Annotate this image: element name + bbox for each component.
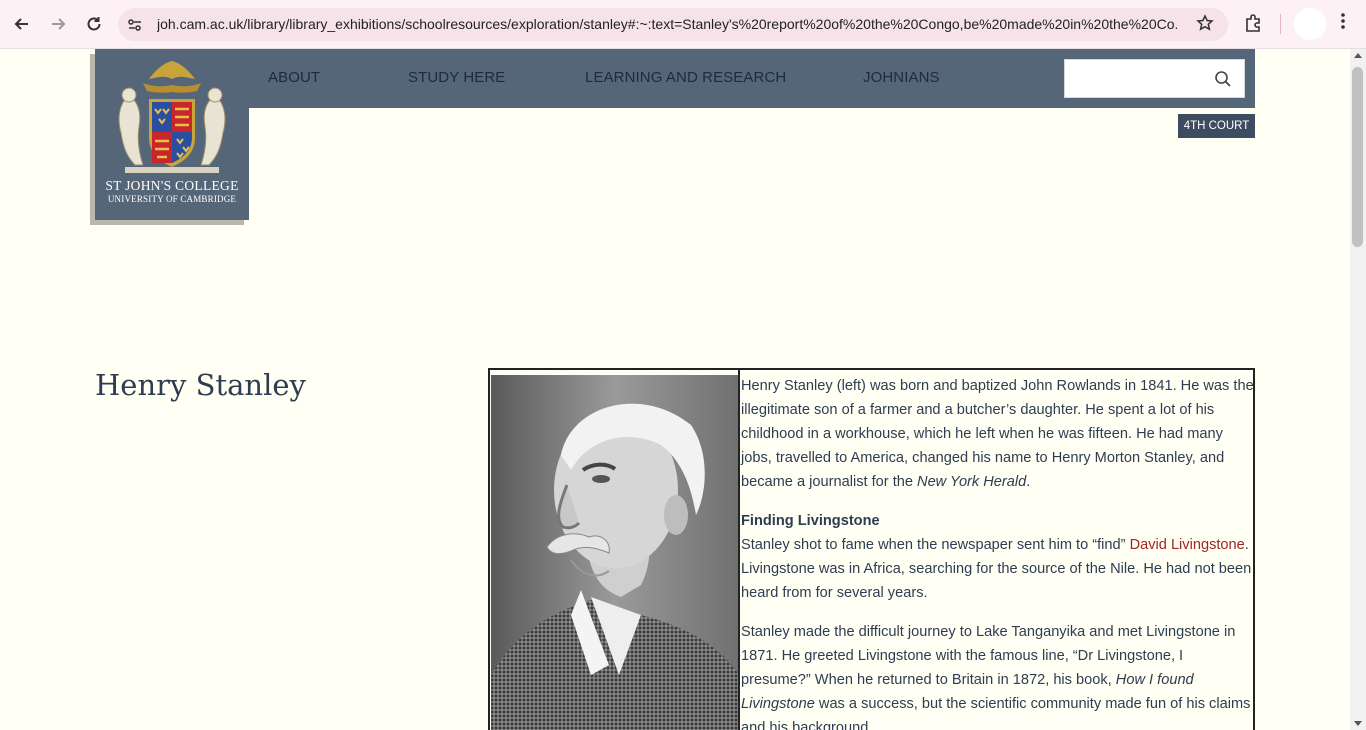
section-badge[interactable]: 4TH COURT [1178,114,1255,138]
portrait-photo [490,370,740,730]
journey-paragraph: Stanley made the difficult journey to La… [741,624,1251,730]
star-icon[interactable] [1196,14,1214,37]
content-table: Henry Stanley (left) was born and baptiz… [488,368,1255,730]
arrow-left-icon[interactable] [10,12,34,36]
newspaper-name: New York Herald [917,474,1027,490]
reload-icon[interactable] [82,12,106,36]
coat-of-arms-icon [118,61,226,173]
nav-johnians[interactable]: JOHNIANS [863,69,940,86]
scroll-up-icon[interactable] [1354,53,1362,58]
nav-learning-and-research[interactable]: LEARNING AND RESEARCH [585,69,786,86]
search-icon[interactable] [1214,70,1232,88]
college-logo[interactable]: ST JOHN'S COLLEGE UNIVERSITY OF CAMBRIDG… [95,49,249,220]
finding-livingstone-paragraph: Finding Livingstone Stanley shot to fame … [741,509,1255,605]
url-text[interactable]: joh.cam.ac.uk/library/library_exhibition… [157,16,1177,32]
site-info-icon[interactable] [126,16,144,34]
article-text: Henry Stanley (left) was born and baptiz… [741,374,1255,730]
scroll-down-icon[interactable] [1354,721,1362,726]
nav-study-here[interactable]: STUDY HERE [408,69,505,86]
kebab-menu-icon[interactable] [1336,12,1350,35]
puzzle-icon[interactable] [1243,12,1265,34]
section-heading: Finding Livingstone [741,513,880,529]
arrow-right-icon[interactable] [46,12,70,36]
page-scrollbar[interactable] [1350,49,1366,730]
address-bar[interactable]: joh.cam.ac.uk/library/library_exhibition… [118,8,1228,41]
livingstone-link[interactable]: David Livingstone [1130,537,1245,553]
nav-about[interactable]: ABOUT [268,69,320,86]
scroll-thumb[interactable] [1352,67,1363,247]
browser-toolbar: joh.cam.ac.uk/library/library_exhibition… [0,0,1366,49]
page-title: Henry Stanley [95,368,306,402]
intro-paragraph: Henry Stanley (left) was born and baptiz… [741,378,1254,490]
logo-subtitle: UNIVERSITY OF CAMBRIDGE [107,194,237,204]
logo-name: ST JOHN'S COLLEGE [105,178,239,193]
search-input[interactable] [1064,59,1245,98]
avatar[interactable] [1294,8,1326,40]
toolbar-divider [1280,14,1281,34]
